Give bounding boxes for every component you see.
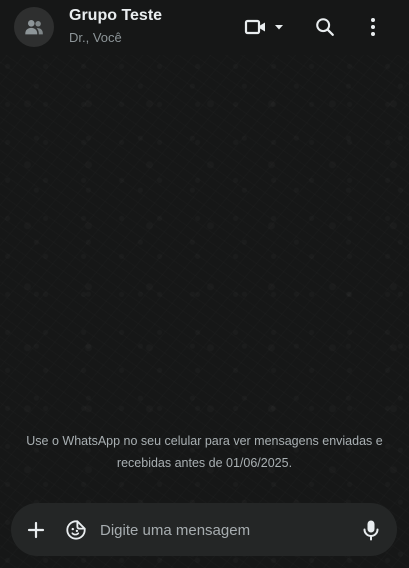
video-call-button[interactable] [240, 12, 290, 42]
sticker-button[interactable] [61, 515, 91, 545]
chat-title: Grupo Teste [69, 7, 163, 24]
chat-header: Grupo Teste Dr., Você [0, 0, 409, 55]
message-list[interactable]: Use o WhatsApp no seu celular para ver m… [0, 55, 409, 568]
group-icon [25, 20, 43, 35]
search-button[interactable] [310, 12, 340, 42]
microphone-icon [363, 520, 379, 541]
plus-icon [27, 521, 45, 539]
voice-message-button[interactable] [356, 515, 386, 545]
video-camera-icon [244, 19, 265, 35]
more-vertical-icon [371, 18, 375, 36]
history-notice: Use o WhatsApp no seu celular para ver m… [26, 434, 383, 470]
sticker-icon [66, 520, 86, 540]
attach-button[interactable] [21, 515, 51, 545]
message-composer [11, 503, 397, 556]
message-input[interactable] [100, 515, 345, 545]
caret-down-icon [275, 25, 283, 30]
chat-window: Grupo Teste Dr., Você Use o WhatsApp no … [0, 0, 409, 568]
chat-participants: Dr., Você [69, 30, 122, 45]
group-avatar[interactable] [14, 7, 54, 47]
chat-title-block[interactable]: Grupo Teste Dr., Você [69, 6, 229, 47]
more-options-button[interactable] [358, 12, 388, 42]
search-icon [316, 18, 334, 36]
